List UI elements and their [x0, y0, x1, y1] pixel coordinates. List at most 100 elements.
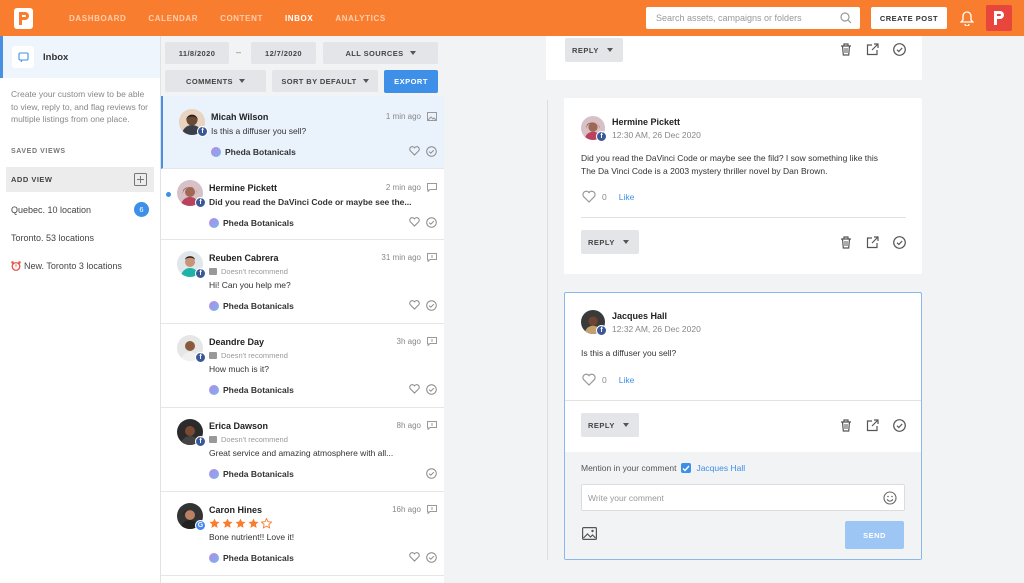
facebook-icon: f — [195, 268, 206, 279]
saved-view-label: Quebec. 10 location — [11, 204, 92, 215]
nav-content[interactable]: CONTENT — [220, 14, 263, 23]
external-link-icon[interactable] — [866, 419, 879, 432]
check-icon — [682, 465, 690, 472]
nav-analytics[interactable]: ANALYTICS — [335, 14, 385, 23]
check-circle-icon[interactable] — [426, 468, 437, 479]
post-time: 12:30 AM, 26 Dec 2020 — [612, 130, 701, 140]
brand-logo-icon — [209, 385, 219, 395]
account-logo[interactable] — [986, 5, 1012, 31]
sidebar-item-inbox[interactable]: Inbox — [0, 36, 160, 78]
list-item[interactable]: f Micah Wilson 1 min ago Is this a diffu… — [161, 96, 444, 169]
star-filled-icon — [209, 518, 220, 528]
list-item[interactable]: f Reuben Cabrera 31 min ago Doesn't reco… — [161, 240, 444, 324]
check-circle-icon[interactable] — [893, 419, 906, 432]
message-preview: Is this a diffuser you sell? — [211, 126, 307, 136]
saved-view-toronto[interactable]: Toronto. 53 locations — [0, 224, 160, 252]
create-post-button[interactable]: CREATE POST — [871, 7, 947, 29]
message-preview: Great service and amazing atmosphere wit… — [209, 448, 394, 458]
timestamp: 16h ago — [392, 505, 421, 514]
facebook-icon: f — [596, 131, 607, 142]
saved-views-title: SAVED VIEWS — [11, 147, 66, 155]
brand-label: Pheda Botanicals — [209, 218, 294, 228]
trash-icon[interactable] — [840, 43, 852, 56]
nav-inbox[interactable]: INBOX — [285, 14, 313, 23]
check-circle-icon[interactable] — [426, 300, 437, 311]
reply-button[interactable]: REPLY — [581, 230, 639, 254]
check-circle-icon[interactable] — [893, 43, 906, 56]
image-upload-icon[interactable] — [582, 527, 597, 540]
heart-icon[interactable] — [409, 384, 420, 394]
recommendation-status: Doesn't recommend — [209, 351, 288, 360]
list-item[interactable]: f Erica Dawson 8h ago Doesn't recommend … — [161, 408, 444, 492]
date-to-value: 12/7/2020 — [265, 48, 302, 58]
bell-icon[interactable] — [960, 11, 974, 26]
sidebar: Inbox Create your custom view to be able… — [0, 36, 160, 583]
check-circle-icon[interactable] — [426, 146, 437, 157]
author-name: Jacques Hall — [612, 311, 668, 321]
check-circle-icon[interactable] — [426, 552, 437, 563]
search-input[interactable]: Search assets, campaigns or folders — [646, 7, 860, 29]
message-preview: Hi! Can you help me? — [209, 280, 291, 290]
sources-dropdown[interactable]: ALL SOURCES — [323, 42, 438, 64]
thread-line — [547, 100, 548, 560]
like-link[interactable]: Like — [619, 192, 635, 202]
heart-icon[interactable] — [582, 190, 596, 203]
check-circle-icon[interactable] — [426, 384, 437, 395]
like-row: 0 Like — [582, 190, 634, 203]
external-link-icon[interactable] — [866, 236, 879, 249]
divider — [581, 217, 906, 218]
check-circle-icon[interactable] — [426, 217, 437, 228]
star-filled-icon — [248, 518, 259, 528]
item-actions — [409, 384, 437, 395]
like-link[interactable]: Like — [619, 375, 635, 385]
reply-label: REPLY — [572, 45, 599, 55]
list-item[interactable]: f Hermine Pickett 2 min ago Did you read… — [161, 169, 444, 240]
reply-button[interactable]: REPLY — [565, 38, 623, 62]
send-button[interactable]: SEND — [845, 521, 904, 549]
trash-icon[interactable] — [840, 419, 852, 432]
sources-value: ALL SOURCES — [345, 48, 404, 58]
check-circle-icon[interactable] — [893, 236, 906, 249]
star-empty-icon — [261, 518, 272, 529]
timestamp: 8h ago — [396, 421, 421, 430]
sort-dropdown[interactable]: SORT BY DEFAULT — [272, 70, 378, 92]
item-actions — [409, 146, 437, 157]
date-from-picker[interactable]: 11/8/2020 — [165, 42, 229, 64]
trash-icon[interactable] — [840, 236, 852, 249]
nav-dashboard[interactable]: DASHBOARD — [69, 14, 126, 23]
heart-icon[interactable] — [409, 146, 420, 156]
mention-checkbox[interactable] — [681, 463, 692, 473]
facebook-icon: f — [195, 436, 206, 447]
post-card: f Hermine Pickett 12:30 AM, 26 Dec 2020 … — [564, 98, 922, 274]
list-item[interactable]: f Deandre Day 3h ago Doesn't recommend H… — [161, 324, 444, 408]
type-dropdown[interactable]: COMMENTS — [165, 70, 266, 92]
heart-icon[interactable] — [582, 373, 596, 386]
saved-view-quebec[interactable]: Quebec. 10 location 6 — [0, 196, 160, 224]
sidebar-item-label: Inbox — [43, 51, 69, 63]
heart-icon[interactable] — [409, 552, 420, 562]
item-actions — [426, 468, 437, 479]
heart-icon[interactable] — [409, 217, 420, 227]
add-view-button[interactable]: ADD VIEW — [6, 166, 154, 192]
external-link-icon[interactable] — [866, 43, 879, 56]
export-button[interactable]: EXPORT — [384, 70, 438, 93]
facebook-icon: f — [596, 325, 607, 336]
app-logo-icon[interactable] — [14, 7, 33, 29]
saved-view-new-toronto[interactable]: New. Toronto 3 locations — [0, 252, 160, 280]
saved-view-label: New. Toronto 3 locations — [24, 260, 122, 271]
heart-icon[interactable] — [409, 300, 420, 310]
alarm-clock-icon — [11, 260, 21, 271]
date-to-picker[interactable]: 12/7/2020 — [251, 42, 316, 64]
list-item[interactable]: G Caron Hines 16h ago Bone nutrient!! Lo… — [161, 492, 444, 576]
facebook-icon: f — [197, 126, 208, 137]
emoji-icon[interactable] — [883, 491, 897, 505]
comment-input[interactable]: Write your comment — [581, 484, 905, 511]
mention-label: Mention in your comment — [581, 463, 677, 473]
image-icon — [427, 112, 437, 121]
reply-button[interactable]: REPLY — [581, 413, 639, 437]
nav-calendar[interactable]: CALENDAR — [148, 14, 198, 23]
like-count: 0 — [602, 374, 607, 385]
conversation-list: f Micah Wilson 1 min ago Is this a diffu… — [160, 96, 444, 583]
star-rating — [209, 518, 272, 529]
comment-icon — [427, 183, 437, 192]
